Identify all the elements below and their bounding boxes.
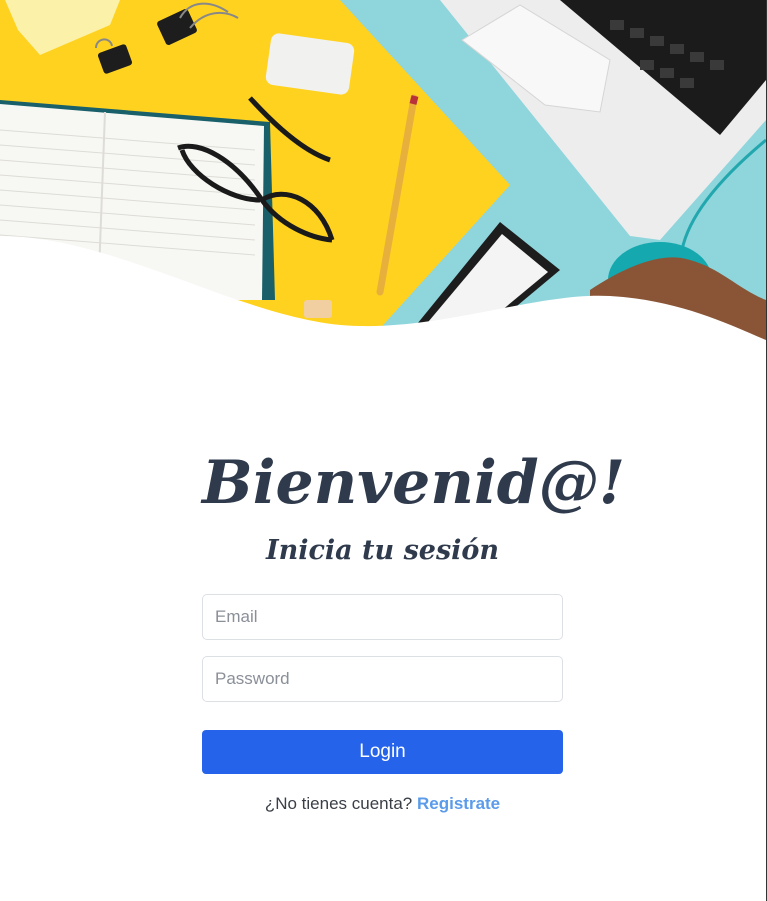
login-subtitle: Inicia tu sesión — [265, 535, 500, 566]
password-input[interactable] — [202, 656, 563, 702]
hero-banner — [0, 0, 766, 345]
login-button[interactable]: Login — [202, 730, 563, 774]
login-panel: Bienvenid@! Inicia tu sesión Login ¿No t… — [202, 438, 626, 814]
welcome-title: Bienvenid@! — [202, 448, 626, 518]
signup-row: ¿No tienes cuenta? Registrate — [202, 794, 563, 814]
signup-prompt: ¿No tienes cuenta? — [264, 794, 413, 813]
email-input[interactable] — [202, 594, 563, 640]
desk-workspace-illustration — [0, 0, 766, 345]
signup-link[interactable]: Registrate — [417, 794, 500, 813]
